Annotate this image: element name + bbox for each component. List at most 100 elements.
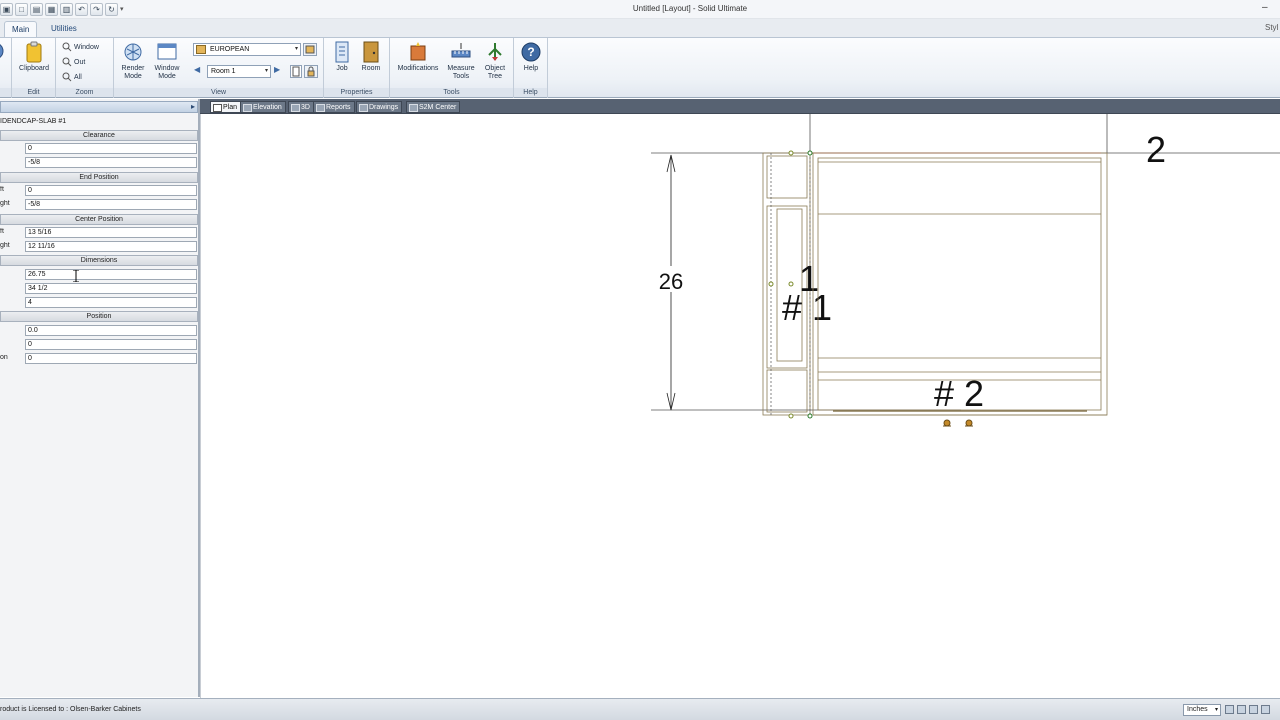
prop-row-clearance-2: -5/8 xyxy=(0,157,198,169)
section-clearance[interactable]: Clearance xyxy=(0,130,198,141)
job-icon xyxy=(335,41,349,63)
style-select[interactable]: EUROPEAN ▾ xyxy=(193,43,301,56)
panel-pin-icon[interactable]: ▸ xyxy=(191,102,195,111)
window-title: Untitled [Layout] - Solid Ultimate xyxy=(632,4,748,13)
window-mode-icon xyxy=(157,43,177,60)
object-tree-icon xyxy=(488,43,502,61)
grid-icon[interactable] xyxy=(1237,705,1246,714)
minimize-icon[interactable]: – xyxy=(1262,2,1268,13)
chevron-down-icon: ▾ xyxy=(294,46,298,52)
room-next-button[interactable]: ▶ xyxy=(274,65,285,78)
window-mode-button[interactable]: Window Mode xyxy=(150,41,184,87)
style-icon xyxy=(196,45,206,54)
dimension-edit-input[interactable]: 26.75 xyxy=(25,269,197,280)
room-new-button[interactable] xyxy=(290,65,302,78)
help-button[interactable]: ? Help xyxy=(514,41,548,87)
ribbon-group-tools: Modifications Measure Tools Object Tree … xyxy=(390,38,514,98)
modifications-icon xyxy=(410,42,426,61)
ortho-icon[interactable] xyxy=(1249,705,1258,714)
prop-value-field[interactable]: 0 xyxy=(25,339,197,350)
zoom-all-button[interactable]: All xyxy=(62,71,82,83)
svg-text:?: ? xyxy=(527,45,534,59)
section-position[interactable]: Position xyxy=(0,311,198,322)
prop-row-clearance-1: 0 xyxy=(0,143,198,155)
dimension-26[interactable]: 26 xyxy=(651,154,691,411)
prop-row-dim-3: 4 xyxy=(0,297,198,309)
layer-icon[interactable] xyxy=(1261,705,1270,714)
text-cursor-icon xyxy=(73,270,79,282)
tab-elevation[interactable]: Elevation xyxy=(240,101,286,113)
prop-row-dim-1-selected: 26.75 xyxy=(0,269,198,281)
cut-off-icon xyxy=(0,44,4,58)
tab-s2m-center[interactable]: S2M Center xyxy=(406,101,461,113)
prop-value-field[interactable]: 12 11/16 xyxy=(25,241,197,252)
section-center-position[interactable]: Center Position xyxy=(0,214,198,225)
prop-row-center-right: ght 12 11/16 xyxy=(0,241,198,253)
object-title: IDENDCAP-SLAB #1 xyxy=(0,118,67,125)
zoom-window-button[interactable]: Window xyxy=(62,41,99,53)
prop-row-end-right: ght -5/8 xyxy=(0,199,198,211)
prop-row-dim-2: 34 1/2 xyxy=(0,283,198,295)
ribbon-group-properties: Job Room Properties xyxy=(324,38,390,98)
dimension-label: 26 xyxy=(659,269,683,294)
room-prev-button[interactable]: ◀ xyxy=(194,65,205,78)
prop-value-field[interactable]: -5/8 xyxy=(25,157,197,168)
prop-value-field[interactable]: -5/8 xyxy=(25,199,197,210)
tab-reports[interactable]: Reports xyxy=(313,101,355,113)
prop-value-field[interactable]: 34 1/2 xyxy=(25,283,197,294)
door-icon xyxy=(363,41,379,63)
zoom-out-button[interactable]: Out xyxy=(62,56,85,68)
tab-drawings[interactable]: Drawings xyxy=(356,101,403,113)
cut-off-button[interactable]: n xyxy=(0,41,12,87)
license-text: roduct is Licensed to : Olsen-Barker Cab… xyxy=(0,706,141,713)
prop-value-field[interactable]: 13 5/16 xyxy=(25,227,197,238)
prop-row-pos-1: 0.0 xyxy=(0,325,198,337)
title-bar: ▣ □ ▤ ▦ ▥ ↶ ↷ ↻ ▾ Untitled [Layout] - So… xyxy=(0,0,1280,19)
style-edit-button[interactable] xyxy=(303,43,317,56)
tab-plan[interactable]: Plan xyxy=(210,101,242,113)
prop-value-field[interactable]: 4 xyxy=(25,297,197,308)
section-end-position[interactable]: End Position xyxy=(0,172,198,183)
zoom-out-icon xyxy=(62,57,72,67)
cabinet-legs xyxy=(943,419,973,427)
wall-label-2: 2 xyxy=(1146,129,1166,170)
prop-row-end-left: ft 0 xyxy=(0,185,198,197)
zoom-all-icon xyxy=(62,72,72,82)
plan-canvas[interactable]: 26 1 # 1 # 2 2 xyxy=(200,114,1280,698)
help-icon: ? xyxy=(521,42,541,62)
render-mode-button[interactable]: Render Mode xyxy=(116,41,150,87)
prop-value-field[interactable]: 0 xyxy=(25,185,197,196)
render-mode-icon xyxy=(124,43,142,61)
new-page-icon xyxy=(292,66,300,77)
chevron-down-icon: ▾ xyxy=(264,68,268,74)
tab-3d[interactable]: 3D xyxy=(288,101,314,113)
modifications-button[interactable]: Modifications xyxy=(396,41,440,87)
panel-header: ▸ xyxy=(0,101,198,113)
room-button[interactable]: Room xyxy=(354,41,388,87)
section-dimensions[interactable]: Dimensions xyxy=(0,255,198,266)
style-edit-icon xyxy=(305,45,315,54)
clipboard-button[interactable]: Clipboard xyxy=(17,41,51,87)
status-bar: roduct is Licensed to : Olsen-Barker Cab… xyxy=(0,698,1280,720)
prop-row-pos-2: 0 xyxy=(0,339,198,351)
ribbon-group-help: ? Help Help xyxy=(514,38,548,98)
styles-link[interactable]: Styl xyxy=(1265,23,1278,32)
units-select[interactable]: Inches ▾ xyxy=(1183,704,1221,716)
measure-icon xyxy=(451,43,471,58)
ribbon-group-cut: n xyxy=(0,38,12,98)
ribbon-group-zoom: Window Out All Zoom xyxy=(56,38,114,98)
plan-drawing[interactable]: 26 1 # 1 # 2 2 xyxy=(201,114,1280,698)
object-tree-button[interactable]: Object Tree xyxy=(478,41,512,87)
room-select[interactable]: Room 1 ▾ xyxy=(207,65,271,78)
tab-utilities[interactable]: Utilities xyxy=(44,21,84,37)
room-lock-button[interactable] xyxy=(304,65,318,78)
snap-icon[interactable] xyxy=(1225,705,1234,714)
document-tab-bar: Plan Elevation 3D Reports Drawings S2M C… xyxy=(200,99,1280,114)
measure-tools-button[interactable]: Measure Tools xyxy=(444,41,478,87)
prop-value-field[interactable]: 0.0 xyxy=(25,325,197,336)
prop-row-center-left: ft 13 5/16 xyxy=(0,227,198,239)
prop-value-field[interactable]: 0 xyxy=(25,353,197,364)
prop-value-field[interactable]: 0 xyxy=(25,143,197,154)
ribbon: n Clipboard Edit Window Out All Zoom xyxy=(0,37,1280,98)
tab-main[interactable]: Main xyxy=(4,21,38,37)
